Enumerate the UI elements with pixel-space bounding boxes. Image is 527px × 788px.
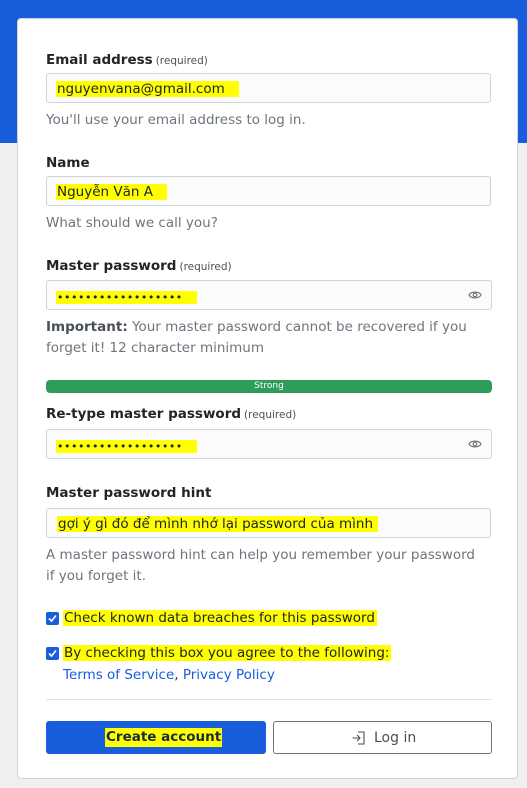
name-value: Nguyễn Văn A	[56, 184, 167, 200]
email-help: You'll use your email address to log in.	[46, 112, 306, 128]
breach-checkbox-label[interactable]: Check known data breaches for this passw…	[63, 608, 377, 628]
checkmark-icon	[48, 614, 57, 623]
create-account-label: Create account	[105, 728, 223, 747]
master-password-label: Master password (required)	[46, 258, 232, 274]
password-strength-bar: Strong	[46, 380, 492, 393]
terms-checkbox[interactable]	[46, 647, 59, 660]
eye-icon	[468, 440, 482, 448]
email-input[interactable]: nguyenvana@gmail.com	[46, 73, 491, 103]
checkmark-icon	[48, 649, 57, 658]
master-password-value: ••••••••••••••••••	[56, 291, 197, 304]
terms-checkbox-label[interactable]: By checking this box you agree to the fo…	[63, 643, 392, 663]
terms-links: Terms of Service, Privacy Policy	[63, 667, 275, 683]
toggle-master-password-button[interactable]	[459, 280, 492, 310]
divider	[46, 699, 492, 700]
hint-input[interactable]: gợi ý gì đó để mình nhớ lại password của…	[46, 508, 491, 538]
privacy-policy-link[interactable]: Privacy Policy	[183, 667, 275, 683]
retype-password-label: Re-type master password (required)	[46, 406, 297, 422]
sign-in-icon	[352, 731, 365, 745]
log-in-label: Log in	[374, 730, 417, 746]
retype-password-input[interactable]: ••••••••••••••••••	[46, 429, 460, 459]
create-account-button[interactable]: Create account	[46, 721, 266, 754]
register-form-card: Email address (required) nguyenvana@gmail…	[17, 18, 518, 779]
master-password-important: Important: Your master password cannot b…	[46, 319, 467, 356]
hint-help: A master password hint can help you reme…	[46, 547, 475, 584]
retype-password-value: ••••••••••••••••••	[56, 440, 197, 453]
name-label: Name	[46, 155, 90, 171]
hint-label: Master password hint	[46, 485, 212, 501]
master-password-required: (required)	[179, 261, 232, 273]
eye-icon	[468, 291, 482, 299]
toggle-retype-password-button[interactable]	[459, 429, 492, 459]
log-in-button[interactable]: Log in	[273, 721, 492, 754]
terms-of-service-link[interactable]: Terms of Service	[63, 667, 174, 683]
breach-checkbox[interactable]	[46, 612, 59, 625]
retype-password-required: (required)	[244, 409, 297, 421]
name-input[interactable]: Nguyễn Văn A	[46, 176, 491, 206]
hint-value: gợi ý gì đó để mình nhớ lại password của…	[57, 516, 379, 532]
name-help: What should we call you?	[46, 215, 218, 231]
email-label: Email address (required)	[46, 52, 208, 68]
email-value: nguyenvana@gmail.com	[56, 81, 239, 97]
email-required: (required)	[155, 55, 208, 67]
master-password-input[interactable]: ••••••••••••••••••	[46, 280, 460, 310]
